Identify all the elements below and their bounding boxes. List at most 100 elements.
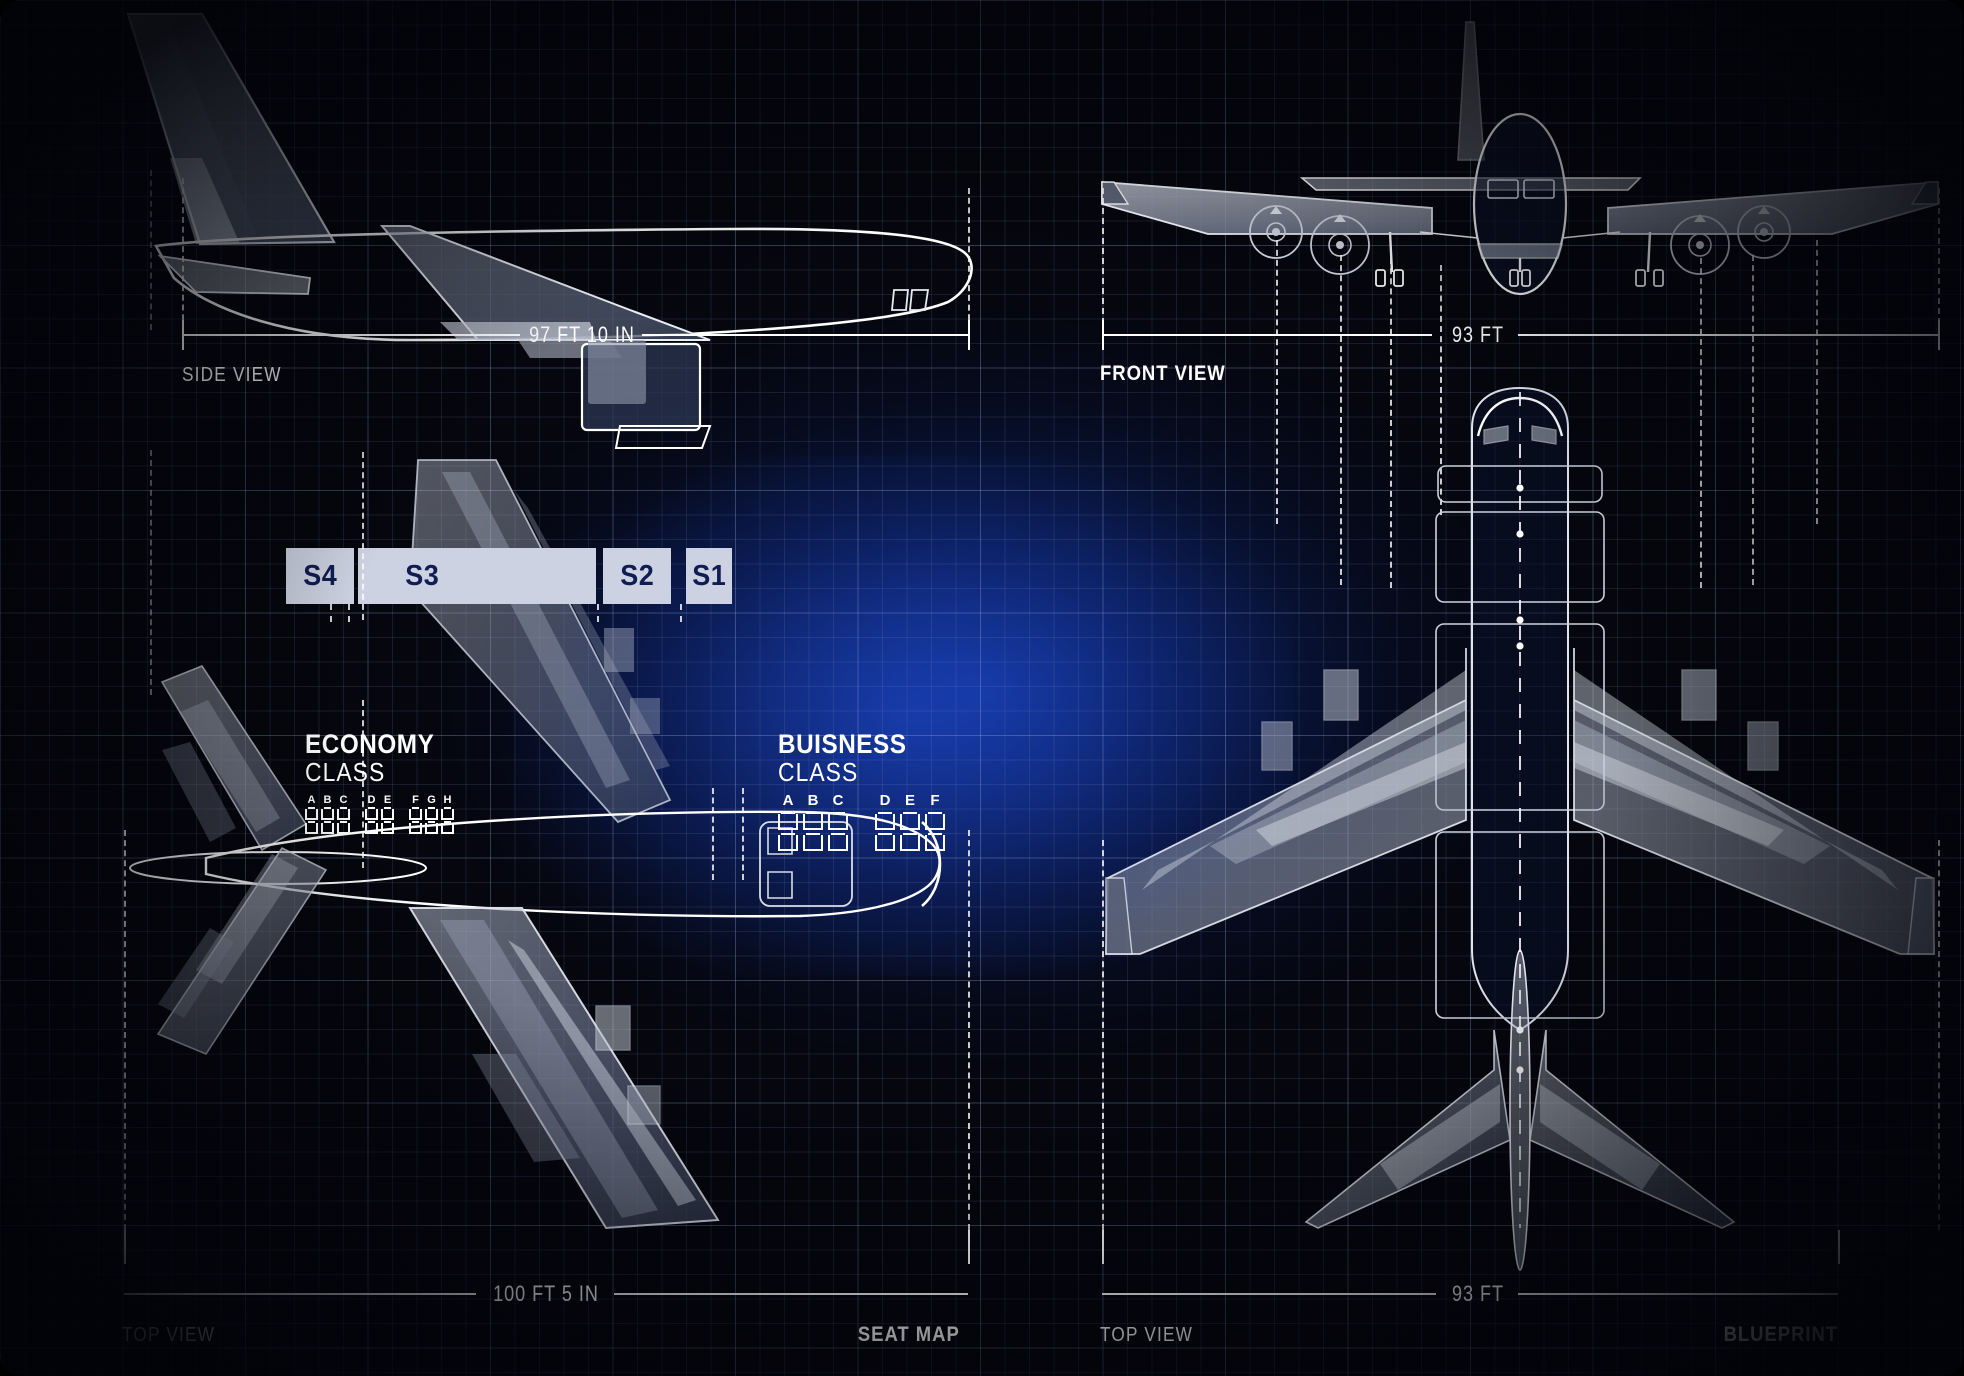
seat[interactable] [441,821,454,834]
seat-letter: B [807,792,819,809]
extension-line-side-left [150,170,152,330]
dim-line-topright-b [1518,1293,1838,1295]
dim-line-topleft-b [614,1293,968,1295]
seat-letters: D E [365,794,397,806]
caption-top-view-right: TOP VIEW [1100,1324,1194,1346]
seat[interactable] [425,821,438,834]
seat[interactable] [875,812,895,830]
seat[interactable] [900,833,920,851]
seat-group-def[interactable]: D E F [875,792,950,856]
extension-line-topleft-b1 [712,788,714,880]
dim-cap-topleft-right [968,1230,970,1264]
seat-letter: A [782,792,794,809]
extension-line-topleft-mid [362,700,364,868]
extension-line-topleft-aft [362,452,364,620]
seat[interactable] [409,821,422,834]
seat-row [875,812,950,835]
seat[interactable] [381,821,394,834]
seat[interactable] [900,812,920,830]
dim-line-side-b [642,334,970,336]
dim-cap-topright-right [1838,1230,1840,1264]
seat[interactable] [409,807,422,820]
aircraft-top-view-right [1080,370,1960,1271]
aircraft-front-view [1080,8,1960,298]
seat[interactable] [778,812,798,830]
seat[interactable] [425,807,438,820]
seatmap-tick-a [330,604,332,622]
blueprint-canvas: 97 FT 10 IN SIDE VIEW 93 FT FRONT VIEW S… [0,0,1964,1376]
dim-line-topright-a [1102,1293,1436,1295]
class-sub-business: CLASS [778,757,859,788]
seat-rows [305,807,353,837]
seat[interactable] [778,833,798,851]
seat-row [305,821,353,837]
seat[interactable] [828,833,848,851]
seatmap-tick-c [597,604,599,622]
extension-line-topright-wingtip-right [1938,840,1940,1230]
seat-row [778,812,853,835]
seat-group-abc[interactable]: A B C [305,794,353,837]
dim-cap-front-right [1938,320,1940,350]
seat[interactable] [875,833,895,851]
seat-section-label: S1 [692,559,726,592]
aircraft-side-view [110,10,990,449]
seat[interactable] [305,821,318,834]
seat[interactable] [803,812,823,830]
seat-row [409,821,457,837]
seat[interactable] [365,821,378,834]
seat[interactable] [381,807,394,820]
seat[interactable] [305,807,318,820]
seat-letter: E [904,792,915,809]
seat-section-S4[interactable]: S4 [286,548,354,604]
seat-groups-business: A B C D E F [778,792,950,856]
seat-letter: C [832,792,844,809]
class-block-business: BUISNESS CLASS A B C D E F [778,730,1028,860]
seat[interactable] [337,821,350,834]
seat-group-fgh[interactable]: F G H [409,794,457,837]
extension-line-topleft-left [124,830,126,1230]
seat[interactable] [828,812,848,830]
seat[interactable] [441,807,454,820]
seat[interactable] [925,812,945,830]
seat-section-S3[interactable]: S3 [358,548,596,604]
seat[interactable] [321,821,334,834]
seat-letters: F G H [409,794,457,806]
seat-rows [778,812,853,856]
seat-group-abc[interactable]: A B C [778,792,853,856]
seat-group-de[interactable]: D E [365,794,397,837]
seat-letters: D E F [875,792,950,809]
seat[interactable] [321,807,334,820]
seat[interactable] [803,833,823,851]
seat-letter: C [339,794,348,806]
seat-section-S2[interactable]: S2 [603,548,671,604]
seat-letter: A [307,794,316,806]
seat-rows [409,807,457,837]
seat-row [875,833,950,856]
dim-line-front-b [1518,334,1938,336]
dim-label-front-view: 93 FT [1451,322,1505,347]
seat-rows [365,807,397,837]
seat[interactable] [337,807,350,820]
dim-label-top-view-right: 93 FT [1451,1281,1505,1306]
caption-side-view: SIDE VIEW [182,364,282,386]
seat-section-S1[interactable]: S1 [686,548,732,604]
seat-row [365,821,397,837]
extension-line-topright-wingtip-left [1102,840,1104,1230]
seatmap-tick-d [680,604,682,622]
seat-section-label: S2 [620,559,654,592]
title-blueprint: BLUEPRINT [1723,1323,1838,1346]
seat-groups-economy: A B C D E F G H [305,794,457,837]
seat-letter: E [383,794,392,806]
seat[interactable] [925,833,945,851]
seat-letter: B [323,794,332,806]
seat-letters: A B C [778,792,853,809]
seat[interactable] [365,807,378,820]
class-name-business: BUISNESS [778,729,907,759]
seat-letter: H [443,794,452,806]
seat-letter: D [367,794,376,806]
extension-line-front-wingtip-left [1102,188,1104,334]
extension-line-side-tail [182,178,184,330]
extension-line-topleft-b2 [742,788,744,880]
seat-letter: G [427,794,436,806]
dim-line-front-a [1102,334,1432,336]
